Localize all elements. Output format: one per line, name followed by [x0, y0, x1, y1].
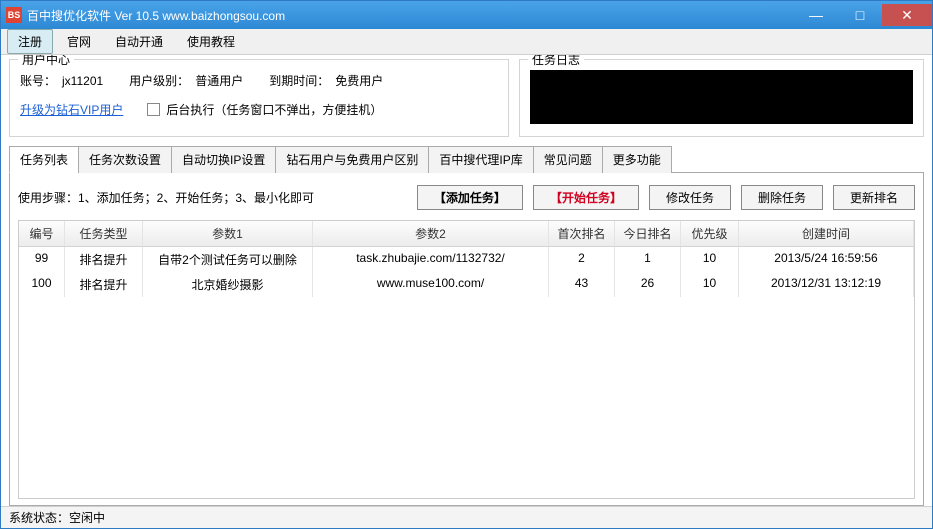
- background-run-label: 后台执行（任务窗口不弹出，方便挂机）: [166, 101, 382, 118]
- statusbar: 系统状态： 空闲中: [1, 506, 932, 528]
- table-cell: www.muse100.com/: [313, 272, 549, 297]
- task-log-box: [530, 70, 913, 124]
- window-title: 百中搜优化软件 Ver 10.5 www.baizhongsou.com: [27, 7, 794, 24]
- tab-task-list[interactable]: 任务列表: [9, 146, 79, 173]
- tab-body: 使用步骤：1、添加任务；2、开始任务；3、最小化即可 【添加任务】 【开始任务】…: [9, 173, 924, 506]
- background-run-checkbox[interactable]: [147, 103, 160, 116]
- th-param1[interactable]: 参数1: [143, 221, 313, 246]
- table-cell: 排名提升: [65, 272, 143, 297]
- app-icon: BS: [6, 7, 22, 23]
- status-label: 系统状态：: [9, 509, 69, 526]
- tab-auto-ip-switch[interactable]: 自动切换IP设置: [171, 146, 276, 173]
- main-window: BS 百中搜优化软件 Ver 10.5 www.baizhongsou.com …: [0, 0, 933, 529]
- th-type[interactable]: 任务类型: [65, 221, 143, 246]
- th-today-rank[interactable]: 今日排名: [615, 221, 681, 246]
- th-first-rank[interactable]: 首次排名: [549, 221, 615, 246]
- menu-tutorial[interactable]: 使用教程: [177, 30, 245, 53]
- menu-auto-open[interactable]: 自动开通: [105, 30, 173, 53]
- tab-proxy-ip-pool[interactable]: 百中搜代理IP库: [428, 146, 533, 173]
- tab-more-features[interactable]: 更多功能: [602, 146, 672, 173]
- status-value: 空闲中: [69, 509, 105, 526]
- tab-vip-vs-free[interactable]: 钻石用户与免费用户区别: [275, 146, 429, 173]
- table-cell: 26: [615, 272, 681, 297]
- table-cell: 100: [19, 272, 65, 297]
- table-row[interactable]: 99排名提升自带2个测试任务可以删除task.zhubajie.com/1132…: [19, 247, 914, 272]
- table-body: 99排名提升自带2个测试任务可以删除task.zhubajie.com/1132…: [19, 247, 914, 498]
- tab-task-count-settings[interactable]: 任务次数设置: [78, 146, 172, 173]
- table-cell: 2: [549, 247, 615, 272]
- tab-faq[interactable]: 常见问题: [533, 146, 603, 173]
- table-cell: 排名提升: [65, 247, 143, 272]
- level-label: 用户级别：: [129, 72, 189, 89]
- table-cell: 1: [615, 247, 681, 272]
- table-row[interactable]: 100排名提升北京婚纱摄影www.muse100.com/4326102013/…: [19, 272, 914, 297]
- task-log-panel: 任务日志: [519, 59, 924, 137]
- add-task-button[interactable]: 【添加任务】: [417, 185, 523, 210]
- tab-strip: 任务列表 任务次数设置 自动切换IP设置 钻石用户与免费用户区别 百中搜代理IP…: [9, 145, 924, 173]
- table-cell: 10: [681, 272, 739, 297]
- th-id[interactable]: 编号: [19, 221, 65, 246]
- refresh-rank-button[interactable]: 更新排名: [833, 185, 915, 210]
- expire-value: 免费用户: [335, 72, 383, 89]
- expire-label: 到期时间：: [269, 72, 329, 89]
- user-center-title: 用户中心: [18, 55, 74, 68]
- start-task-button[interactable]: 【开始任务】: [533, 185, 639, 210]
- level-value: 普通用户: [195, 72, 243, 89]
- upgrade-vip-link[interactable]: 升级为钻石VIP用户: [20, 101, 123, 118]
- table-cell: 99: [19, 247, 65, 272]
- table-cell: 北京婚纱摄影: [143, 272, 313, 297]
- delete-task-button[interactable]: 删除任务: [741, 185, 823, 210]
- table-cell: task.zhubajie.com/1132732/: [313, 247, 549, 272]
- account-value: jx11201: [62, 74, 103, 88]
- table-cell: 自带2个测试任务可以删除: [143, 247, 313, 272]
- user-center-panel: 用户中心 账号： jx11201 用户级别： 普通用户 到期时间： 免费用户 升…: [9, 59, 509, 137]
- close-button[interactable]: ✕: [882, 4, 932, 26]
- titlebar: BS 百中搜优化软件 Ver 10.5 www.baizhongsou.com …: [1, 1, 932, 29]
- menu-register[interactable]: 注册: [7, 29, 53, 54]
- table-cell: 2013/12/31 13:12:19: [739, 272, 914, 297]
- th-param2[interactable]: 参数2: [313, 221, 549, 246]
- minimize-button[interactable]: —: [794, 4, 838, 26]
- usage-instructions: 使用步骤：1、添加任务；2、开始任务；3、最小化即可: [18, 189, 407, 206]
- task-table: 编号 任务类型 参数1 参数2 首次排名 今日排名 优先级 创建时间 99排名提…: [18, 220, 915, 499]
- table-cell: 2013/5/24 16:59:56: [739, 247, 914, 272]
- edit-task-button[interactable]: 修改任务: [649, 185, 731, 210]
- table-header: 编号 任务类型 参数1 参数2 首次排名 今日排名 优先级 创建时间: [19, 221, 914, 247]
- menu-website[interactable]: 官网: [57, 30, 101, 53]
- table-cell: 43: [549, 272, 615, 297]
- menubar: 注册 官网 自动开通 使用教程: [1, 29, 932, 55]
- table-cell: 10: [681, 247, 739, 272]
- account-label: 账号：: [20, 72, 56, 89]
- maximize-button[interactable]: □: [838, 4, 882, 26]
- th-created[interactable]: 创建时间: [739, 221, 914, 246]
- task-log-title: 任务日志: [528, 55, 584, 68]
- th-priority[interactable]: 优先级: [681, 221, 739, 246]
